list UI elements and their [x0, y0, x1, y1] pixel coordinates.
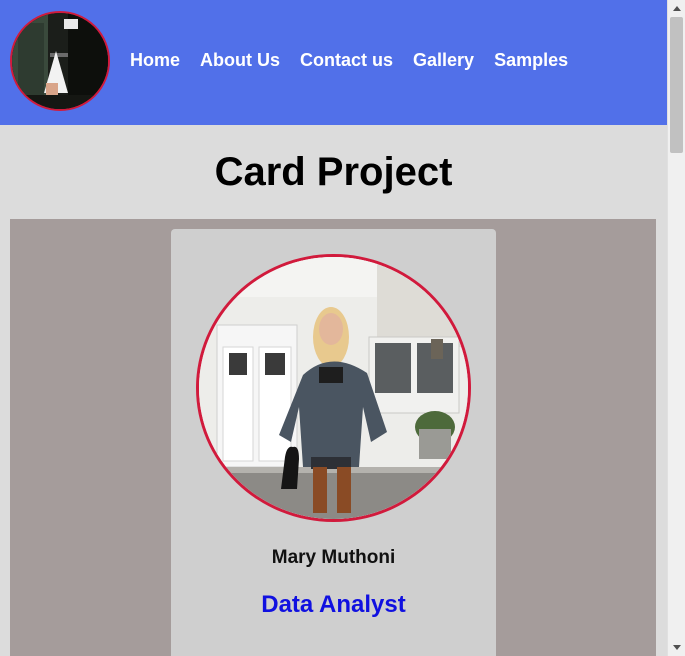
logo-image[interactable]: [10, 11, 110, 111]
card-area: Mary Muthoni Data Analyst: [10, 219, 656, 656]
card-name: Mary Muthoni: [271, 547, 396, 568]
nav-link-gallery[interactable]: Gallery: [413, 48, 474, 72]
page: Home About Us Contact us Gallery Samples…: [0, 0, 667, 656]
vertical-scrollbar[interactable]: [667, 0, 685, 656]
scroll-up-arrow-icon[interactable]: [668, 0, 685, 17]
profile-card: Mary Muthoni Data Analyst: [171, 229, 496, 656]
profile-photo: [196, 254, 471, 522]
card-role: Data Analyst: [261, 591, 406, 618]
profile-photo-image: [199, 257, 468, 519]
nav-link-home[interactable]: Home: [130, 48, 180, 72]
nav-link-samples[interactable]: Samples: [494, 48, 568, 72]
nav-link-about-us[interactable]: About Us: [200, 48, 280, 72]
navbar: Home About Us Contact us Gallery Samples: [0, 0, 667, 125]
logo-photo: [12, 13, 108, 109]
scroll-thumb[interactable]: [670, 17, 683, 153]
nav-link-contact-us[interactable]: Contact us: [300, 48, 393, 72]
nav-links: Home About Us Contact us Gallery Samples: [130, 48, 588, 72]
scroll-down-arrow-icon[interactable]: [668, 639, 685, 656]
page-title: Card Project: [214, 150, 453, 194]
